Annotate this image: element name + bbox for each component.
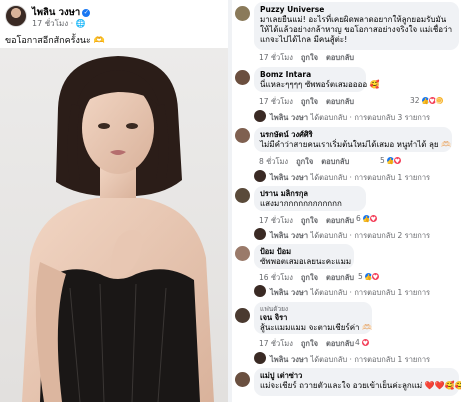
reaction-summary[interactable]: 4 ♥ [355, 338, 370, 347]
love-reaction-icon: ♥ [360, 338, 370, 347]
commenter-name[interactable]: ป้อม ป้อม [260, 247, 348, 257]
comment-bubble: แม่ปู เต่าซ่าว แม่จะเชียร์ ถวายตัวและใจ … [254, 368, 461, 396]
reply-summary[interactable]: ไพลิน วงษา ได้ตอบกลับ · การตอบกลับ 2 ราย… [270, 230, 430, 242]
globe-icon: 🌐 [75, 19, 86, 28]
commenter-name[interactable]: ปราน มลิกรกุล [260, 189, 360, 199]
comment-time[interactable]: 17 ชั่วโมง [259, 53, 293, 62]
reaction-summary[interactable]: 5 👍 ♥ [380, 156, 402, 165]
reply-author[interactable]: ไพลิน วงษา [270, 173, 308, 182]
comment-bubble: Bomz Intara นี่แหละๆๆๆๆ ซัพพอร์ตเสมออออ … [254, 67, 380, 92]
reply-summary-text[interactable]: ได้ตอบกลับ · การตอบกลับ 1 รายการ [310, 355, 430, 364]
comment-text: ไม่มีคำว่าสายคนเราเริ่มต้นใหม่ได้เสมอ หน… [260, 140, 452, 149]
love-reaction-icon: ♥ [368, 214, 378, 223]
reply-summary[interactable]: ไพลิน วงษา ได้ตอบกลับ · การตอบกลับ 1 ราย… [270, 172, 430, 184]
reply-summary[interactable]: ไพลิน วงษา ได้ตอบกลับ · การตอบกลับ 1 ราย… [270, 287, 430, 299]
comment-actions: 17 ชั่วโมง ถูกใจ ตอบกลับ [259, 52, 362, 64]
reply-avatar[interactable] [254, 228, 266, 240]
woman-portrait-image [0, 48, 228, 402]
comment-time[interactable]: 17 ชั่วโมง [259, 216, 293, 225]
comment-time[interactable]: 17 ชั่วโมง [259, 339, 293, 348]
comment-text: แม่จะเชียร์ ถวายตัวและใจ อวยเข้าเย็นค่ะล… [260, 381, 461, 390]
post-time[interactable]: 17 ชั่วโมง · 🌐 [32, 17, 86, 30]
avatar[interactable] [235, 246, 250, 261]
verified-icon: ✓ [82, 9, 91, 17]
reply-author[interactable]: ไพลิน วงษา [270, 231, 308, 240]
reply-author[interactable]: ไพลิน วงษา [270, 113, 308, 122]
post: ไพลิน วงษา ✓ 17 ชั่วโมง · 🌐 ขอโอกาสอีกสัก… [0, 0, 228, 402]
reaction-summary[interactable]: 32 👍 ♥ ☺ [410, 96, 444, 105]
like-button[interactable]: ถูกใจ [301, 339, 318, 348]
reaction-count: 5 [358, 272, 363, 281]
comment-bubble: ปราน มลิกรกุล แสงมากกกกกกกกกกกก [254, 186, 366, 211]
avatar[interactable] [235, 308, 250, 323]
avatar[interactable] [235, 6, 250, 21]
top-fan-badge: แฟนตัวยง [260, 305, 289, 313]
comment-text: นี่แหละๆๆๆๆ ซัพพอร์ตเสมออออ 🥰 [260, 80, 380, 89]
comment-time[interactable]: 17 ชั่วโมง [259, 97, 293, 106]
reply-button[interactable]: ตอบกลับ [326, 216, 354, 225]
post-header: ไพลิน วงษา ✓ 17 ชั่วโมง · 🌐 [5, 5, 225, 31]
reply-button[interactable]: ตอบกลับ [326, 339, 354, 348]
reply-summary-text[interactable]: ได้ตอบกลับ · การตอบกลับ 2 รายการ [310, 231, 430, 240]
commenter-name[interactable]: เจน จิรา [260, 313, 366, 323]
reply-author[interactable]: ไพลิน วงษา [270, 288, 308, 297]
reply-button[interactable]: ตอบกลับ [321, 157, 349, 166]
like-button[interactable]: ถูกใจ [301, 216, 318, 225]
commenter-name[interactable]: Bomz Intara [260, 70, 360, 80]
reaction-summary[interactable]: 5 👍 ♥ [358, 272, 380, 281]
comment-actions: 16 ชั่วโมง ถูกใจ ตอบกลับ [259, 272, 362, 284]
avatar[interactable] [235, 128, 250, 143]
reply-summary-text[interactable]: ได้ตอบกลับ · การตอบกลับ 1 รายการ [310, 288, 430, 297]
post-time-text[interactable]: 17 ชั่วโมง [32, 19, 68, 28]
avatar[interactable] [235, 372, 250, 387]
love-reaction-icon: ♥ [370, 272, 380, 281]
like-button[interactable]: ถูกใจ [296, 157, 313, 166]
avatar[interactable] [235, 188, 250, 203]
reply-summary-text[interactable]: ได้ตอบกลับ · การตอบกลับ 3 รายการ [310, 113, 430, 122]
commenter-name[interactable]: นรกษัตน์ วงศ์ศิริ [260, 130, 446, 140]
comment-bubble: Puzzy Universe มาเลยยืนแม่! อะไรที่เคยผิ… [254, 2, 459, 50]
reply-summary[interactable]: ไพลิน วงษา ได้ตอบกลับ · การตอบกลับ 1 ราย… [270, 354, 430, 366]
reply-avatar[interactable] [254, 352, 266, 364]
reaction-count: 4 [355, 338, 360, 347]
reply-avatar[interactable] [254, 285, 266, 297]
comment-actions: 8 ชั่วโมง ถูกใจ ตอบกลับ [259, 156, 357, 168]
comment-bubble: แฟนตัวยง เจน จิรา สู้นะแมมแมม จะตามเชียร… [254, 302, 372, 334]
reply-button[interactable]: ตอบกลับ [326, 53, 354, 62]
reply-button[interactable]: ตอบกลับ [326, 273, 354, 282]
reaction-count: 32 [410, 96, 420, 105]
avatar[interactable] [235, 70, 250, 85]
reply-avatar[interactable] [254, 170, 266, 182]
comment-actions: 17 ชั่วโมง ถูกใจ ตอบกลับ [259, 338, 362, 350]
comments-panel: Puzzy Universe มาเลยยืนแม่! อะไรที่เคยผิ… [232, 0, 461, 402]
like-button[interactable]: ถูกใจ [301, 53, 318, 62]
commenter-name[interactable]: แม่ปู เต่าซ่าว [260, 371, 453, 381]
comment-bubble: นรกษัตน์ วงศ์ศิริ ไม่มีคำว่าสายคนเราเริ่… [254, 127, 452, 152]
comment-actions: 17 ชั่วโมง ถูกใจ ตอบกลับ [259, 96, 362, 108]
reaction-count: 5 [380, 156, 385, 165]
comment-bubble: ป้อม ป้อม ซัพพอตเสมอเลยนะคะแมม [254, 244, 354, 269]
comment-time[interactable]: 8 ชั่วโมง [259, 157, 288, 166]
comment-time[interactable]: 16 ชั่วโมง [259, 273, 293, 282]
reply-avatar[interactable] [254, 110, 266, 122]
reply-button[interactable]: ตอบกลับ [326, 97, 354, 106]
comment-actions: 17 ชั่วโมง ถูกใจ ตอบกลับ [259, 215, 362, 227]
reaction-count: 6 [356, 214, 361, 223]
like-button[interactable]: ถูกใจ [301, 97, 318, 106]
like-button[interactable]: ถูกใจ [301, 273, 318, 282]
reply-author[interactable]: ไพลิน วงษา [270, 355, 308, 364]
comment-text: สู้นะแมมแมม จะตามเชียร์ค่า 🫶🏻 [260, 323, 373, 332]
love-reaction-icon: ♥ [392, 156, 402, 165]
commenter-name[interactable]: Puzzy Universe [260, 5, 453, 15]
post-caption: ขอโอกาสอีกสักครั้งนะ 🫶 [5, 36, 105, 46]
comment-text: มาเลยยืนแม่! อะไรที่เคยผิดพลาดอยากให้ลูก… [260, 15, 453, 44]
reaction-summary[interactable]: 6 👍 ♥ [356, 214, 378, 223]
comment-text: แสงมากกกกกกกกกกกก [260, 199, 342, 208]
comment-text: ซัพพอตเสมอเลยนะคะแมม [260, 257, 352, 266]
care-reaction-icon: ☺ [434, 96, 444, 105]
reply-summary[interactable]: ไพลิน วงษา ได้ตอบกลับ · การตอบกลับ 3 ราย… [270, 112, 430, 124]
reply-summary-text[interactable]: ได้ตอบกลับ · การตอบกลับ 1 รายการ [310, 173, 430, 182]
post-photo[interactable] [0, 48, 228, 402]
author-avatar[interactable] [5, 5, 27, 27]
